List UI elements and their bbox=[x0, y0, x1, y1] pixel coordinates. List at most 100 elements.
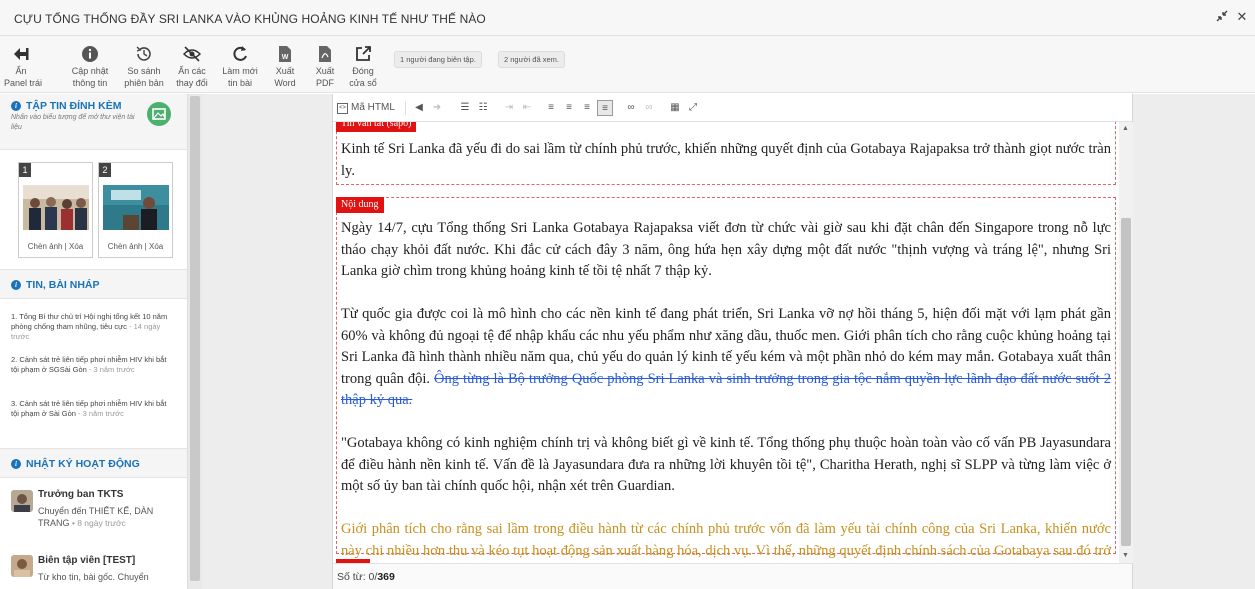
refresh-icon bbox=[221, 44, 259, 64]
media-library-icon[interactable] bbox=[147, 102, 171, 126]
editor-scrollbar-thumb[interactable] bbox=[1121, 218, 1131, 546]
info-icon: i bbox=[11, 459, 21, 469]
toolbar-divider bbox=[405, 101, 406, 115]
content-paragraph[interactable]: Ngày 14/7, cựu Tổng thống Sri Lanka Gota… bbox=[341, 218, 1111, 283]
attachment-number: 2 bbox=[99, 163, 111, 177]
draft-item-time: - 3 năm trước bbox=[86, 365, 135, 374]
hide-changes-label-2: thay đổi bbox=[176, 78, 208, 88]
deleted-text: Ông từng là Bộ trưởng Quốc phòng Sri Lan… bbox=[341, 370, 1111, 409]
word-count-total: 369 bbox=[377, 571, 395, 583]
undo-icon[interactable]: ◀ bbox=[411, 100, 427, 116]
activity-time: • 8 ngày trước bbox=[69, 518, 126, 528]
ordered-list-icon[interactable]: ☰ bbox=[457, 100, 473, 116]
content-paragraph[interactable]: "Gotabaya không có kinh nghiệm chính trị… bbox=[341, 433, 1111, 498]
attachments-title: i TẬP TIN ĐÍNH KÈM bbox=[11, 100, 121, 112]
avatar bbox=[11, 555, 33, 577]
unlink-icon[interactable]: ∞ bbox=[641, 100, 657, 116]
html-source-button[interactable]: <> Mã HTML bbox=[337, 100, 401, 116]
close-window-button[interactable]: Đóng cửa sổ bbox=[345, 44, 381, 88]
content-label: Nội dung bbox=[336, 197, 384, 213]
scroll-down-icon[interactable]: ▼ bbox=[1122, 552, 1129, 559]
drafts-title-text: TIN, BÀI NHÁP bbox=[26, 279, 100, 291]
refresh-article-button[interactable]: Làm mới tin bài bbox=[221, 44, 259, 88]
content-block[interactable]: Nội dung Ngày 14/7, cựu Tổng thống Sri L… bbox=[336, 197, 1116, 559]
close-window-label-2: cửa sổ bbox=[349, 78, 377, 88]
align-right-icon[interactable]: ≡ bbox=[579, 100, 595, 116]
outdent-icon[interactable]: ⇤ bbox=[519, 100, 535, 116]
content-paragraph[interactable]: Giới phân tích cho rằng sai lầm trong đi… bbox=[341, 519, 1111, 563]
export-pdf-label-2: PDF bbox=[316, 78, 334, 88]
refresh-article-label-2: tin bài bbox=[227, 78, 253, 88]
editing-status-badge: 1 người đang biên tập. bbox=[394, 51, 482, 68]
attachments-header: i TẬP TIN ĐÍNH KÈM Nhấn vào biểu tượng đ… bbox=[0, 94, 187, 150]
activity-description: Chuyển đến THIẾT KẾ, DÀN TRANG • 8 ngày … bbox=[38, 505, 178, 529]
attachment-image-2[interactable]: 2 Chèn ảnh | Xóa bbox=[98, 162, 173, 258]
external-link-icon bbox=[345, 44, 381, 64]
hide-left-panel-label-1: Ẩn bbox=[15, 66, 27, 76]
draft-item[interactable]: 3. Cảnh sát trẻ liên tiếp phơi nhiễm HIV… bbox=[11, 399, 174, 419]
pdf-file-icon bbox=[311, 44, 339, 64]
compare-versions-label-2: phiên bản bbox=[124, 78, 164, 88]
attachment-image-1[interactable]: 1 Chèn ảnh | Xóa bbox=[18, 162, 93, 258]
editor-scrollbar[interactable]: ▲ ▼ bbox=[1119, 122, 1133, 563]
drafts-title: i TIN, BÀI NHÁP bbox=[11, 279, 100, 291]
hide-left-panel-button[interactable]: Ẩn Panel trái bbox=[4, 44, 42, 88]
align-justify-icon[interactable]: ≡ bbox=[597, 100, 613, 116]
insert-delete-links[interactable]: Chèn ảnh | Xóa bbox=[19, 242, 92, 251]
redo-icon[interactable]: ➜ bbox=[429, 100, 445, 116]
content-paragraph[interactable]: Từ quốc gia được coi là mô hình cho các … bbox=[341, 304, 1111, 412]
sapo-text[interactable]: Kinh tế Sri Lanka đã yếu đi do sai lầm t… bbox=[341, 139, 1111, 182]
align-center-icon[interactable]: ≡ bbox=[561, 100, 577, 116]
attachments-title-text: TẬP TIN ĐÍNH KÈM bbox=[26, 100, 122, 112]
history-icon bbox=[122, 44, 166, 64]
export-word-label-1: Xuất bbox=[275, 66, 295, 76]
close-window-label-1: Đóng bbox=[352, 66, 374, 76]
draft-item[interactable]: 1. Tổng Bí thư chủ trì Hội nghị tổng kết… bbox=[11, 312, 174, 342]
activity-title: i NHẬT KÝ HOẠT ĐỘNG bbox=[11, 458, 140, 470]
collapse-arrows-icon[interactable] bbox=[1214, 9, 1230, 25]
window-titlebar: CỰU TỔNG THỐNG ĐẦY SRI LANKA VÀO KHỦNG H… bbox=[0, 0, 1255, 36]
export-word-label-2: Word bbox=[274, 78, 296, 88]
link-icon[interactable]: ∞ bbox=[623, 100, 639, 116]
align-left-icon[interactable]: ≡ bbox=[543, 100, 559, 116]
draft-item-time: - 3 năm trước bbox=[75, 409, 124, 418]
activity-user-name: Trưởng ban TKTS bbox=[38, 489, 124, 500]
draft-item[interactable]: 2. Cảnh sát trẻ liên tiếp phơi nhiễm HIV… bbox=[11, 355, 174, 375]
close-icon[interactable]: ✕ bbox=[1234, 9, 1250, 25]
word-file-icon: W bbox=[271, 44, 299, 64]
window-title: CỰU TỔNG THỐNG ĐẦY SRI LANKA VÀO KHỦNG H… bbox=[14, 12, 486, 26]
insert-delete-links[interactable]: Chèn ảnh | Xóa bbox=[99, 242, 172, 251]
export-pdf-label-1: Xuất bbox=[315, 66, 335, 76]
arrow-left-icon bbox=[4, 44, 38, 64]
left-panel-scrollbar[interactable] bbox=[188, 94, 202, 589]
scroll-up-icon[interactable]: ▲ bbox=[1122, 125, 1129, 132]
content-body[interactable]: Ngày 14/7, cựu Tổng thống Sri Lanka Gota… bbox=[341, 218, 1111, 563]
editor-content[interactable]: Tin vắn tắt (sapo) Kinh tế Sri Lanka đã … bbox=[333, 122, 1119, 563]
viewed-status-badge: 2 người đã xem. bbox=[498, 51, 565, 68]
left-scrollbar-thumb[interactable] bbox=[190, 96, 200, 581]
eye-slash-icon bbox=[172, 44, 212, 64]
table-icon[interactable]: ▦ bbox=[667, 100, 683, 116]
export-word-button[interactable]: W Xuất Word bbox=[271, 44, 299, 88]
export-pdf-button[interactable]: Xuất PDF bbox=[311, 44, 339, 88]
update-info-label-2: thông tin bbox=[72, 78, 108, 88]
attachment-photo bbox=[103, 185, 169, 230]
info-icon bbox=[66, 44, 114, 64]
drafts-header: i TIN, BÀI NHÁP bbox=[0, 269, 187, 299]
info-icon: i bbox=[11, 101, 21, 111]
word-count: Số từ: 0/369 bbox=[333, 563, 1132, 589]
svg-text:W: W bbox=[282, 54, 289, 61]
article-editor: <> Mã HTML ◀ ➜ ☰ ☷ ⇥ ⇤ ≡ ≡ ≡ ≡ ∞ ∞ ▦ ⤢ T… bbox=[332, 94, 1133, 589]
indent-icon[interactable]: ⇥ bbox=[501, 100, 517, 116]
sapo-block[interactable]: Tin vắn tắt (sapo) Kinh tế Sri Lanka đã … bbox=[336, 122, 1116, 185]
bullet-list-icon[interactable]: ☷ bbox=[475, 100, 491, 116]
avatar bbox=[11, 490, 33, 512]
update-info-button[interactable]: Cập nhật thông tin bbox=[66, 44, 114, 88]
compare-versions-label-1: So sánh bbox=[127, 66, 161, 76]
fullscreen-icon[interactable]: ⤢ bbox=[685, 100, 701, 116]
hide-changes-button[interactable]: Ẩn các thay đổi bbox=[172, 44, 212, 88]
compare-versions-button[interactable]: So sánh phiên bản bbox=[122, 44, 166, 88]
refresh-article-label-1: Làm mới bbox=[222, 66, 258, 76]
activity-description: Từ kho tin, bài gốc. Chuyển bbox=[38, 572, 149, 582]
activity-user-name: Biên tập viên [TEST] bbox=[38, 555, 136, 566]
